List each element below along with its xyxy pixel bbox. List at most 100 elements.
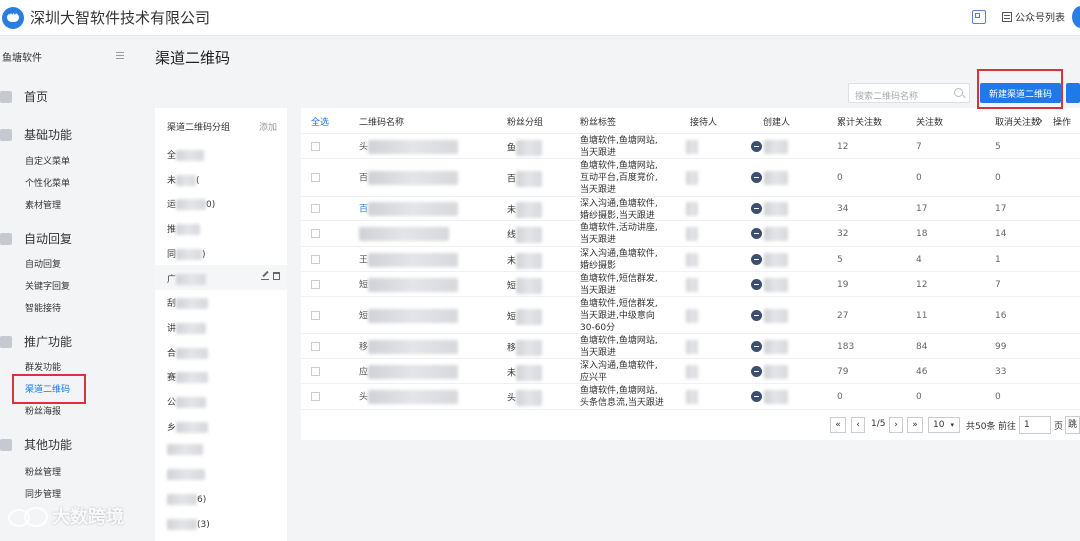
qrcode-name[interactable]: 短	[359, 308, 459, 323]
more-actions-icon[interactable]	[751, 228, 762, 239]
menu-fold-icon[interactable]	[116, 51, 124, 59]
prev-page-button[interactable]: ‹	[851, 417, 865, 433]
group-item[interactable]: 全	[155, 141, 287, 166]
group-item[interactable]: 公	[155, 388, 287, 413]
row-checkbox[interactable]	[311, 279, 320, 289]
fan-tag-line: 互动平台,百度竞价,	[580, 173, 658, 183]
more-actions-icon[interactable]	[751, 278, 762, 290]
sidebar-item[interactable]: 自定义菜单	[25, 154, 70, 167]
row-checkbox[interactable]	[311, 366, 320, 376]
qrcode-name[interactable]: 短	[359, 277, 459, 292]
group-item[interactable]	[155, 437, 287, 462]
avatar[interactable]	[1072, 6, 1080, 28]
goto-page-input[interactable]: 1	[1019, 416, 1051, 434]
group-item[interactable]: 讲	[155, 314, 287, 339]
more-actions-icon[interactable]	[751, 203, 762, 214]
sidebar-item[interactable]: 素材管理	[25, 198, 61, 211]
fan-tags: 鱼塘软件,鱼塘网站, 头条信息流,当天跟进	[580, 385, 664, 409]
blurred-text	[686, 277, 698, 292]
blurred-text	[176, 174, 197, 186]
qrcode-icon[interactable]	[972, 10, 986, 24]
sidebar-group-0[interactable]: 首页	[0, 88, 48, 105]
table-header: 创建人	[763, 118, 791, 128]
row-checkbox[interactable]	[311, 229, 320, 238]
page-size-select[interactable]: 10 ▾	[928, 417, 960, 433]
search-input[interactable]	[849, 88, 949, 106]
qrcode-name[interactable]: 百	[359, 171, 459, 185]
more-actions-icon[interactable]	[751, 172, 762, 183]
blurred-text	[176, 248, 203, 260]
qrcode-name[interactable]: 头	[359, 139, 459, 154]
sidebar-item[interactable]: 自动回复	[25, 257, 61, 270]
receptionist	[686, 171, 698, 185]
select-all-checkbox[interactable]: 全选	[311, 115, 329, 128]
blurred-text	[516, 252, 543, 269]
row-checkbox[interactable]	[311, 392, 320, 401]
group-item[interactable]: (3)	[155, 512, 287, 537]
sidebar-item[interactable]: 个性化菜单	[25, 176, 70, 189]
row-checkbox[interactable]	[311, 141, 320, 151]
trash-icon[interactable]	[273, 271, 280, 280]
watermark-logo-icon	[8, 505, 48, 527]
sidebar-group-label: 其他功能	[24, 438, 73, 452]
last-page-button[interactable]: »	[907, 417, 923, 433]
group-panel: 渠道二维码分组 添加 全未(运 0) 推同) 广刮讲合赛公乡 6) (3)	[155, 108, 287, 541]
qrcode-name[interactable]: 百	[359, 202, 459, 216]
row-checkbox[interactable]	[311, 310, 320, 320]
search-box[interactable]	[848, 83, 970, 106]
group-item[interactable]: 同)	[155, 240, 287, 265]
row-checkbox[interactable]	[311, 341, 320, 351]
sidebar-item[interactable]: 群发功能	[25, 360, 61, 373]
row-checkbox[interactable]	[311, 204, 320, 213]
sidebar-item[interactable]: 智能接待	[25, 301, 61, 314]
group-item[interactable]: 广	[155, 264, 287, 290]
account-list-button[interactable]: 公众号列表	[1002, 9, 1065, 24]
go-button[interactable]: 跳	[1065, 416, 1080, 434]
add-group-link[interactable]: 添加	[259, 120, 277, 133]
blurred-text	[686, 252, 698, 267]
fan-tag-line: 鱼塘软件,短信群发,	[580, 274, 658, 284]
qrcode-name[interactable]: 移	[359, 339, 459, 354]
next-page-button[interactable]: ›	[889, 417, 903, 433]
qrcode-name[interactable]: 头	[359, 390, 459, 404]
more-actions-icon[interactable]	[751, 309, 762, 321]
group-item-prefix: 同	[167, 249, 177, 260]
sidebar-group-1[interactable]: 基础功能	[0, 126, 72, 143]
group-item-suffix: (3)	[197, 519, 210, 530]
group-item[interactable]	[155, 462, 287, 487]
group-item[interactable]: 赛	[155, 363, 287, 388]
sidebar-group-3[interactable]: 推广功能	[0, 333, 72, 350]
sidebar-item[interactable]: 关键字回复	[25, 279, 70, 292]
sidebar-item[interactable]: 粉丝海报	[25, 404, 61, 417]
sidebar-group-2[interactable]: 自动回复	[0, 230, 72, 247]
chevron-right-icon[interactable]	[1034, 116, 1044, 126]
edit-icon[interactable]	[261, 272, 269, 280]
qrcode-name[interactable]: 王	[359, 252, 459, 267]
group-item[interactable]: 6)	[155, 487, 287, 512]
blurred-text	[764, 277, 788, 292]
more-actions-icon[interactable]	[751, 365, 762, 377]
group-item[interactable]: 合	[155, 339, 287, 364]
group-item[interactable]: 推	[155, 215, 287, 240]
sidebar-group-4[interactable]: 其他功能	[0, 436, 72, 453]
search-icon[interactable]	[954, 88, 963, 97]
row-checkbox[interactable]	[311, 173, 320, 182]
more-actions-icon[interactable]	[751, 140, 762, 152]
more-actions-icon[interactable]	[751, 391, 762, 402]
total-count: 0	[837, 173, 843, 183]
qrcode-name-text: 应	[359, 367, 369, 377]
qrcode-name[interactable]	[359, 227, 449, 241]
group-item[interactable]: 乡	[155, 413, 287, 438]
qrcode-name[interactable]: 应	[359, 364, 459, 379]
more-actions-icon[interactable]	[751, 340, 762, 352]
group-item[interactable]: 运 0)	[155, 190, 287, 215]
sidebar-item[interactable]: 同步管理	[25, 487, 61, 500]
row-checkbox[interactable]	[311, 254, 320, 264]
first-page-button[interactable]: «	[830, 417, 846, 433]
group-item[interactable]: 未(	[155, 166, 287, 191]
group-item[interactable]: 刮	[155, 289, 287, 314]
more-actions-icon[interactable]	[751, 253, 762, 265]
secondary-button[interactable]	[1066, 83, 1080, 103]
blurred-text	[686, 364, 698, 379]
sidebar-item[interactable]: 粉丝管理	[25, 465, 61, 478]
